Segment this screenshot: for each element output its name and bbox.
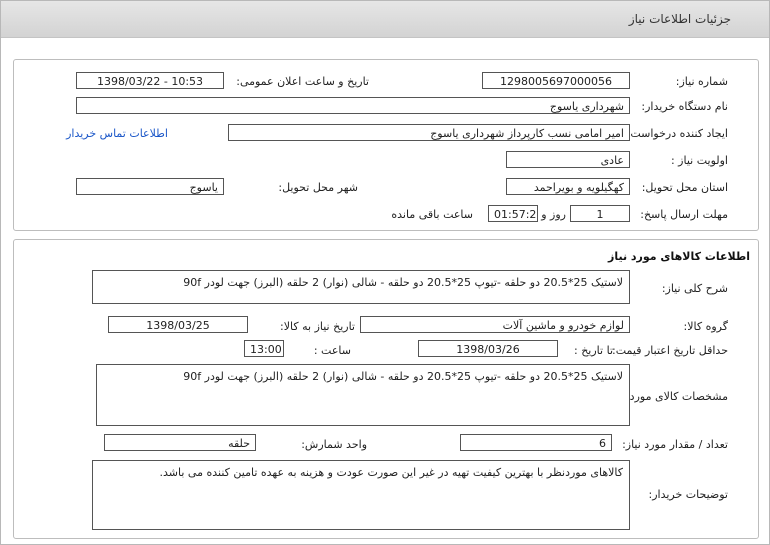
- buyer-notes-label: توضیحات خریدار:: [648, 488, 729, 501]
- goods-section-title: اطلاعات کالاهای مورد نیاز: [608, 250, 750, 263]
- details-window: جزئیات اطلاعات نیاز ParsNamadData پایگاه…: [0, 0, 770, 545]
- group-label: گروه کالا:: [683, 320, 728, 333]
- remaining-time-field: 01:57:28: [488, 205, 538, 222]
- validity-date-field: 1398/03/26: [418, 340, 558, 357]
- unit-label: واحد شمارش:: [301, 438, 367, 451]
- province-label: استان محل تحویل:: [641, 181, 728, 194]
- need-date-label: تاریخ نیاز به کالا:: [280, 320, 355, 333]
- priority-field: عادی: [506, 151, 630, 168]
- buyer-label: نام دستگاه خریدار:: [641, 100, 728, 113]
- validity-label: حداقل تاریخ اعتبار قیمت:: [612, 344, 728, 357]
- validity-time-label: ساعت :: [313, 344, 351, 357]
- spec-field: لاستیک 25*20.5 دو حلقه -تیوپ 25*20.5 دو …: [96, 364, 630, 426]
- buyer-field: شهرداری یاسوج: [76, 97, 630, 114]
- title-bar: جزئیات اطلاعات نیاز: [1, 1, 769, 38]
- summary-label: شرح کلی نیاز:: [661, 282, 728, 295]
- page-title: جزئیات اطلاعات نیاز: [628, 12, 731, 26]
- days-field: 1: [570, 205, 630, 222]
- remaining-time-label: ساعت باقی مانده: [391, 208, 473, 221]
- qty-label: تعداد / مقدار مورد نیاز:: [622, 438, 728, 451]
- need-date-field: 1398/03/25: [108, 316, 248, 333]
- province-field: کهگیلویه و بویراحمد: [506, 178, 630, 195]
- days-unit-label: روز و: [541, 208, 566, 221]
- requester-label: ایجاد کننده درخواست:: [626, 127, 728, 140]
- city-label: شهر محل تحویل:: [278, 181, 358, 194]
- city-field: یاسوج: [76, 178, 224, 195]
- announce-label: تاریخ و ساعت اعلان عمومی:: [236, 75, 369, 88]
- buyer-notes-field: کالاهای موردنظر با بهترین کیفیت تهیه در …: [92, 460, 630, 530]
- need-number-field: 1298005697000056: [482, 72, 630, 89]
- validity-to-label: تا تاریخ :: [574, 344, 613, 357]
- deadline-label: مهلت ارسال پاسخ:: [640, 208, 728, 221]
- priority-label: اولویت نیاز :: [670, 154, 728, 167]
- announce-field: 1398/03/22 - 10:53: [76, 72, 224, 89]
- need-number-label: شماره نیاز:: [675, 75, 728, 88]
- buyer-contact-link[interactable]: اطلاعات تماس خریدار: [66, 127, 168, 140]
- requester-field: امیر امامی نسب کارپرداز شهرداری یاسوج: [228, 124, 630, 141]
- unit-field: حلقه: [104, 434, 256, 451]
- summary-field: لاستیک 25*20.5 دو حلقه -تیوپ 25*20.5 دو …: [92, 270, 630, 304]
- need-info-panel: شماره نیاز: 1298005697000056 تاریخ و ساع…: [13, 59, 759, 231]
- validity-time-field: 13:00: [244, 340, 284, 357]
- group-field: لوازم خودرو و ماشین آلات: [360, 316, 630, 333]
- qty-field: 6: [460, 434, 612, 451]
- goods-panel: اطلاعات کالاهای مورد نیاز شرح کلی نیاز: …: [13, 239, 759, 539]
